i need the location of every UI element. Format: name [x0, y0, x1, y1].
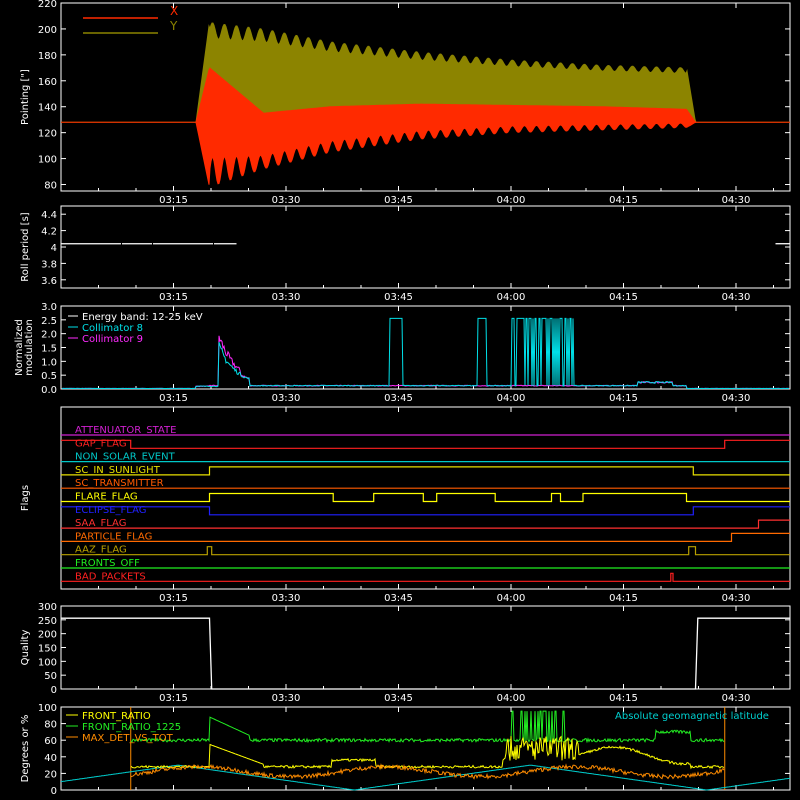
- x-tick-label: 03:30: [272, 292, 301, 303]
- x-tick-label: 04:30: [722, 292, 751, 303]
- flag-label: SC_TRANSMITTER: [75, 478, 164, 489]
- flag-label: ATTENUATOR_STATE: [75, 425, 176, 436]
- x-tick-label: 04:15: [609, 195, 638, 206]
- flag-label: FLARE_FLAG: [75, 492, 138, 503]
- y-tick-label: 100: [38, 703, 57, 714]
- geomagnetic-annotation: Absolute geomagnetic latitude: [615, 711, 769, 722]
- y-tick-label: 200: [38, 25, 57, 36]
- y-tick-label: 2.0: [41, 330, 57, 341]
- y-tick-label: 50: [44, 671, 57, 682]
- y-axis-label: modulation: [24, 319, 35, 376]
- stacked-time-series-chart: 8010012014016018020022003:15 03:30 03:45 04…: [0, 0, 800, 800]
- y-axis-label: Flags: [20, 485, 31, 511]
- x-tick-label: 03:15: [159, 593, 188, 604]
- x-tick-label: 03:30: [272, 195, 301, 206]
- flag-label: SAA_FLAG: [75, 518, 126, 529]
- flag-label: NON_SOLAR_EVENT: [75, 452, 176, 463]
- x-tick-label: 04:00: [497, 393, 526, 404]
- x-tick-label: 04:30: [722, 195, 751, 206]
- legend-label: Collimator 9: [82, 334, 143, 345]
- x-tick-label: 04:30: [722, 393, 751, 404]
- y-tick-label: 100: [38, 657, 57, 668]
- legend-label: FRONT_RATIO_1225: [82, 722, 181, 733]
- x-tick-label: 03:30: [272, 393, 301, 404]
- y-axis-label: Quality: [20, 630, 31, 666]
- y-tick-label: 60: [44, 736, 57, 747]
- x-tick-label: 04:15: [609, 593, 638, 604]
- x-tick-label: 03:45: [384, 393, 413, 404]
- x-tick-label: 03:45: [384, 292, 413, 303]
- y-tick-label: 1.5: [41, 344, 57, 355]
- x-tick-label: 04:15: [609, 693, 638, 704]
- y-axis-label: Degrees or %: [20, 715, 31, 783]
- y-tick-label: 80: [44, 181, 57, 192]
- x-tick-label: 04:30: [722, 593, 751, 604]
- flag-label: GAP_FLAG: [75, 438, 127, 449]
- x-tick-label: 03:45: [384, 693, 413, 704]
- y-tick-label: 140: [38, 103, 57, 114]
- x-tick-label: 04:30: [722, 693, 751, 704]
- y-axis-label: Pointing ["]: [20, 69, 31, 125]
- y-tick-label: 300: [38, 602, 57, 613]
- y-tick-label: 0: [51, 685, 57, 696]
- flag-label: AAZ_FLAG: [75, 545, 127, 556]
- flag-label: PARTICLE_FLAG: [75, 531, 152, 542]
- legend-label: MAX_DET_VS_TOT: [82, 733, 174, 744]
- y-tick-label: 40: [44, 753, 57, 764]
- flag-label: BAD_PACKETS: [75, 571, 146, 582]
- y-tick-label: 4.4: [41, 210, 57, 221]
- legend-label: Collimator 8: [82, 323, 143, 334]
- x-tick-label: 04:15: [609, 292, 638, 303]
- y-tick-label: 80: [44, 720, 57, 731]
- y-tick-label: 160: [38, 77, 57, 88]
- flag-label: ECLIPSE_FLAG: [75, 505, 146, 516]
- y-tick-label: 120: [38, 129, 57, 140]
- x-tick-label: 03:15: [159, 292, 188, 303]
- x-tick-label: 03:30: [272, 693, 301, 704]
- y-tick-label: 150: [38, 644, 57, 655]
- x-tick-label: 03:45: [384, 593, 413, 604]
- x-tick-label: 03:45: [384, 195, 413, 206]
- y-tick-label: 0: [51, 786, 57, 797]
- y-tick-label: 200: [38, 630, 57, 641]
- x-tick-label: 03:30: [272, 593, 301, 604]
- x-tick-label: 03:15: [159, 693, 188, 704]
- flag-label: FRONTS_OFF: [75, 558, 140, 569]
- legend-label: Energy band: 12-25 keV: [82, 312, 203, 323]
- x-tick-label: 04:00: [497, 693, 526, 704]
- x-tick-label: 04:00: [497, 195, 526, 206]
- y-tick-label: 220: [38, 0, 57, 10]
- y-axis-label: Roll period [s]: [20, 212, 31, 281]
- legend-label: Y: [169, 19, 178, 33]
- x-tick-label: 03:15: [159, 195, 188, 206]
- x-tick-label: 04:15: [609, 393, 638, 404]
- legend-label: X: [170, 4, 178, 18]
- x-tick-label: 04:00: [497, 593, 526, 604]
- y-tick-label: 3.0: [41, 302, 57, 313]
- y-tick-label: 1.0: [41, 357, 57, 368]
- legend-label: FRONT_RATIO: [82, 711, 151, 722]
- x-tick-label: 04:00: [497, 292, 526, 303]
- y-tick-label: 3.6: [41, 276, 57, 287]
- y-tick-label: 3.8: [41, 259, 57, 270]
- flag-label: SC_IN_SUNLIGHT: [75, 465, 161, 476]
- y-tick-label: 0.5: [41, 371, 57, 382]
- y-tick-label: 4: [51, 243, 57, 254]
- y-tick-label: 20: [44, 769, 57, 780]
- y-tick-label: 0.0: [41, 385, 57, 396]
- y-tick-label: 180: [38, 51, 57, 62]
- y-tick-label: 2.5: [41, 316, 57, 327]
- x-tick-label: 03:15: [159, 393, 188, 404]
- y-tick-label: 4.2: [41, 227, 57, 238]
- y-tick-label: 250: [38, 616, 57, 627]
- y-tick-label: 100: [38, 155, 57, 166]
